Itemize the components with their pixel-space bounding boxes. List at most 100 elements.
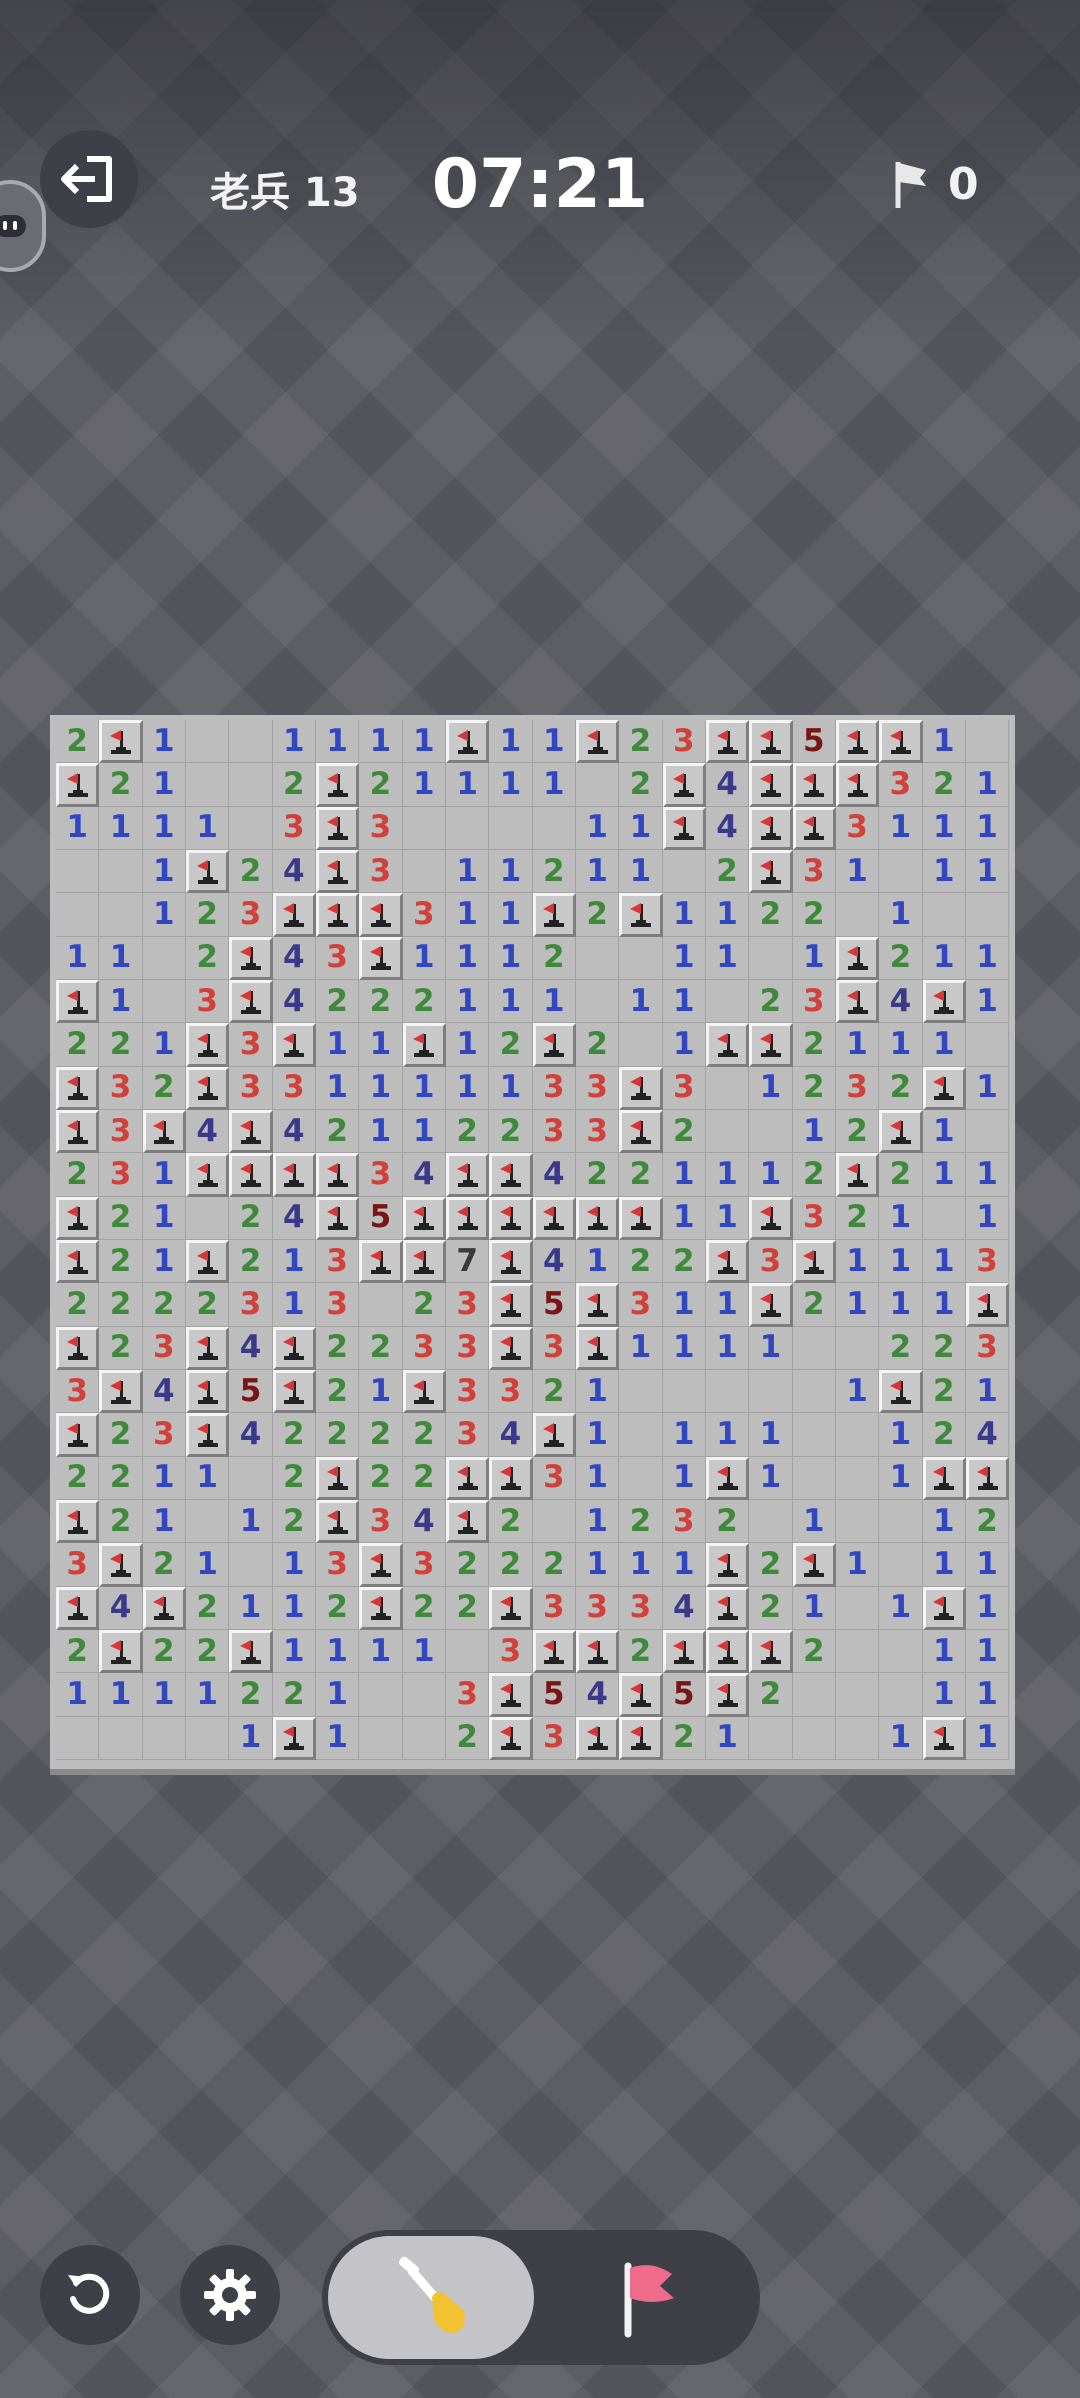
number-cell[interactable]: 2 [445, 1586, 490, 1630]
flagged-cell[interactable] [749, 849, 793, 894]
flagged-cell[interactable] [315, 806, 360, 850]
flagged-cell[interactable] [185, 849, 230, 894]
number-cell[interactable]: 1 [315, 1673, 360, 1717]
empty-cell[interactable] [965, 1109, 1010, 1154]
flagged-cell[interactable] [402, 1239, 446, 1284]
flagged-cell[interactable] [489, 1239, 533, 1284]
number-cell[interactable]: 2 [99, 1023, 143, 1067]
number-cell[interactable]: 1 [749, 1326, 793, 1370]
number-cell[interactable]: 3 [532, 1326, 576, 1370]
number-cell[interactable]: 3 [662, 720, 706, 764]
number-cell[interactable]: 1 [315, 1066, 360, 1110]
number-cell[interactable]: 4 [272, 1196, 316, 1240]
number-cell[interactable]: 3 [142, 1413, 186, 1457]
number-cell[interactable]: 1 [619, 1543, 663, 1587]
flagged-cell[interactable] [922, 1586, 966, 1630]
number-cell[interactable]: 1 [835, 849, 880, 894]
number-cell[interactable]: 2 [402, 1456, 446, 1500]
number-cell[interactable]: 2 [749, 893, 793, 937]
empty-cell[interactable] [922, 893, 966, 937]
number-cell[interactable]: 2 [532, 849, 576, 894]
number-cell[interactable]: 3 [315, 1543, 360, 1587]
flagged-cell[interactable] [56, 1109, 100, 1154]
number-cell[interactable]: 2 [272, 1456, 316, 1500]
number-cell[interactable]: 2 [879, 936, 923, 980]
number-cell[interactable]: 2 [705, 849, 750, 894]
flagged-cell[interactable] [185, 1153, 230, 1197]
number-cell[interactable]: 3 [315, 1239, 360, 1284]
number-cell[interactable]: 2 [619, 1239, 663, 1284]
empty-cell[interactable] [835, 1326, 880, 1370]
number-cell[interactable]: 1 [662, 1456, 706, 1500]
empty-cell[interactable] [402, 1716, 446, 1760]
number-cell[interactable]: 1 [272, 1543, 316, 1587]
number-cell[interactable]: 2 [575, 1153, 620, 1197]
flagged-cell[interactable] [532, 1196, 576, 1240]
flagged-cell[interactable] [749, 1283, 793, 1327]
number-cell[interactable]: 2 [402, 979, 446, 1024]
number-cell[interactable]: 1 [879, 1283, 923, 1327]
empty-cell[interactable] [792, 1413, 836, 1457]
number-cell[interactable]: 2 [315, 979, 360, 1024]
number-cell[interactable]: 1 [359, 1066, 403, 1110]
number-cell[interactable]: 2 [922, 1413, 966, 1457]
number-cell[interactable]: 1 [662, 1543, 706, 1587]
number-cell[interactable]: 4 [272, 849, 316, 894]
number-cell[interactable]: 3 [402, 893, 446, 937]
empty-cell[interactable] [229, 806, 273, 850]
empty-cell[interactable] [229, 763, 273, 807]
empty-cell[interactable] [749, 1716, 793, 1760]
number-cell[interactable]: 2 [619, 1499, 663, 1544]
number-cell[interactable]: 1 [489, 893, 533, 937]
empty-cell[interactable] [56, 893, 100, 937]
flagged-cell[interactable] [229, 979, 273, 1024]
number-cell[interactable]: 2 [532, 936, 576, 980]
number-cell[interactable]: 1 [965, 1673, 1010, 1717]
flagged-cell[interactable] [402, 1369, 446, 1414]
number-cell[interactable]: 2 [792, 1023, 836, 1067]
flagged-cell[interactable] [315, 763, 360, 807]
flagged-cell[interactable] [705, 1629, 750, 1674]
flagged-cell[interactable] [922, 1456, 966, 1500]
number-cell[interactable]: 1 [445, 1066, 490, 1110]
number-cell[interactable]: 7 [445, 1239, 490, 1284]
number-cell[interactable]: 2 [619, 1629, 663, 1674]
number-cell[interactable]: 1 [662, 1413, 706, 1457]
number-cell[interactable]: 1 [792, 936, 836, 980]
flagged-cell[interactable] [749, 763, 793, 807]
number-cell[interactable]: 1 [532, 979, 576, 1024]
settings-button[interactable] [180, 2245, 280, 2345]
number-cell[interactable]: 1 [185, 1456, 230, 1500]
number-cell[interactable]: 1 [142, 806, 186, 850]
number-cell[interactable]: 1 [402, 763, 446, 807]
number-cell[interactable]: 1 [705, 1196, 750, 1240]
flagged-cell[interactable] [749, 1196, 793, 1240]
number-cell[interactable]: 1 [272, 1629, 316, 1674]
flagged-cell[interactable] [402, 1196, 446, 1240]
number-cell[interactable]: 3 [619, 1283, 663, 1327]
empty-cell[interactable] [359, 1716, 403, 1760]
number-cell[interactable]: 3 [359, 1153, 403, 1197]
flagged-cell[interactable] [662, 806, 706, 850]
number-cell[interactable]: 2 [489, 1543, 533, 1587]
number-cell[interactable]: 2 [99, 1283, 143, 1327]
number-cell[interactable]: 2 [99, 1326, 143, 1370]
number-cell[interactable]: 1 [749, 1153, 793, 1197]
flagged-cell[interactable] [315, 849, 360, 894]
number-cell[interactable]: 1 [489, 763, 533, 807]
number-cell[interactable]: 1 [575, 1239, 620, 1284]
number-cell[interactable]: 2 [965, 1499, 1010, 1544]
number-cell[interactable]: 2 [142, 1283, 186, 1327]
flagged-cell[interactable] [445, 1456, 490, 1500]
number-cell[interactable]: 2 [56, 1153, 100, 1197]
empty-cell[interactable] [749, 1499, 793, 1544]
number-cell[interactable]: 1 [965, 1196, 1010, 1240]
dig-mode-button[interactable] [328, 2236, 534, 2359]
flagged-cell[interactable] [705, 1456, 750, 1500]
flagged-cell[interactable] [619, 893, 663, 937]
number-cell[interactable]: 3 [402, 1326, 446, 1370]
number-cell[interactable]: 1 [142, 720, 186, 764]
flagged-cell[interactable] [792, 806, 836, 850]
number-cell[interactable]: 2 [879, 1066, 923, 1110]
number-cell[interactable]: 2 [142, 1543, 186, 1587]
